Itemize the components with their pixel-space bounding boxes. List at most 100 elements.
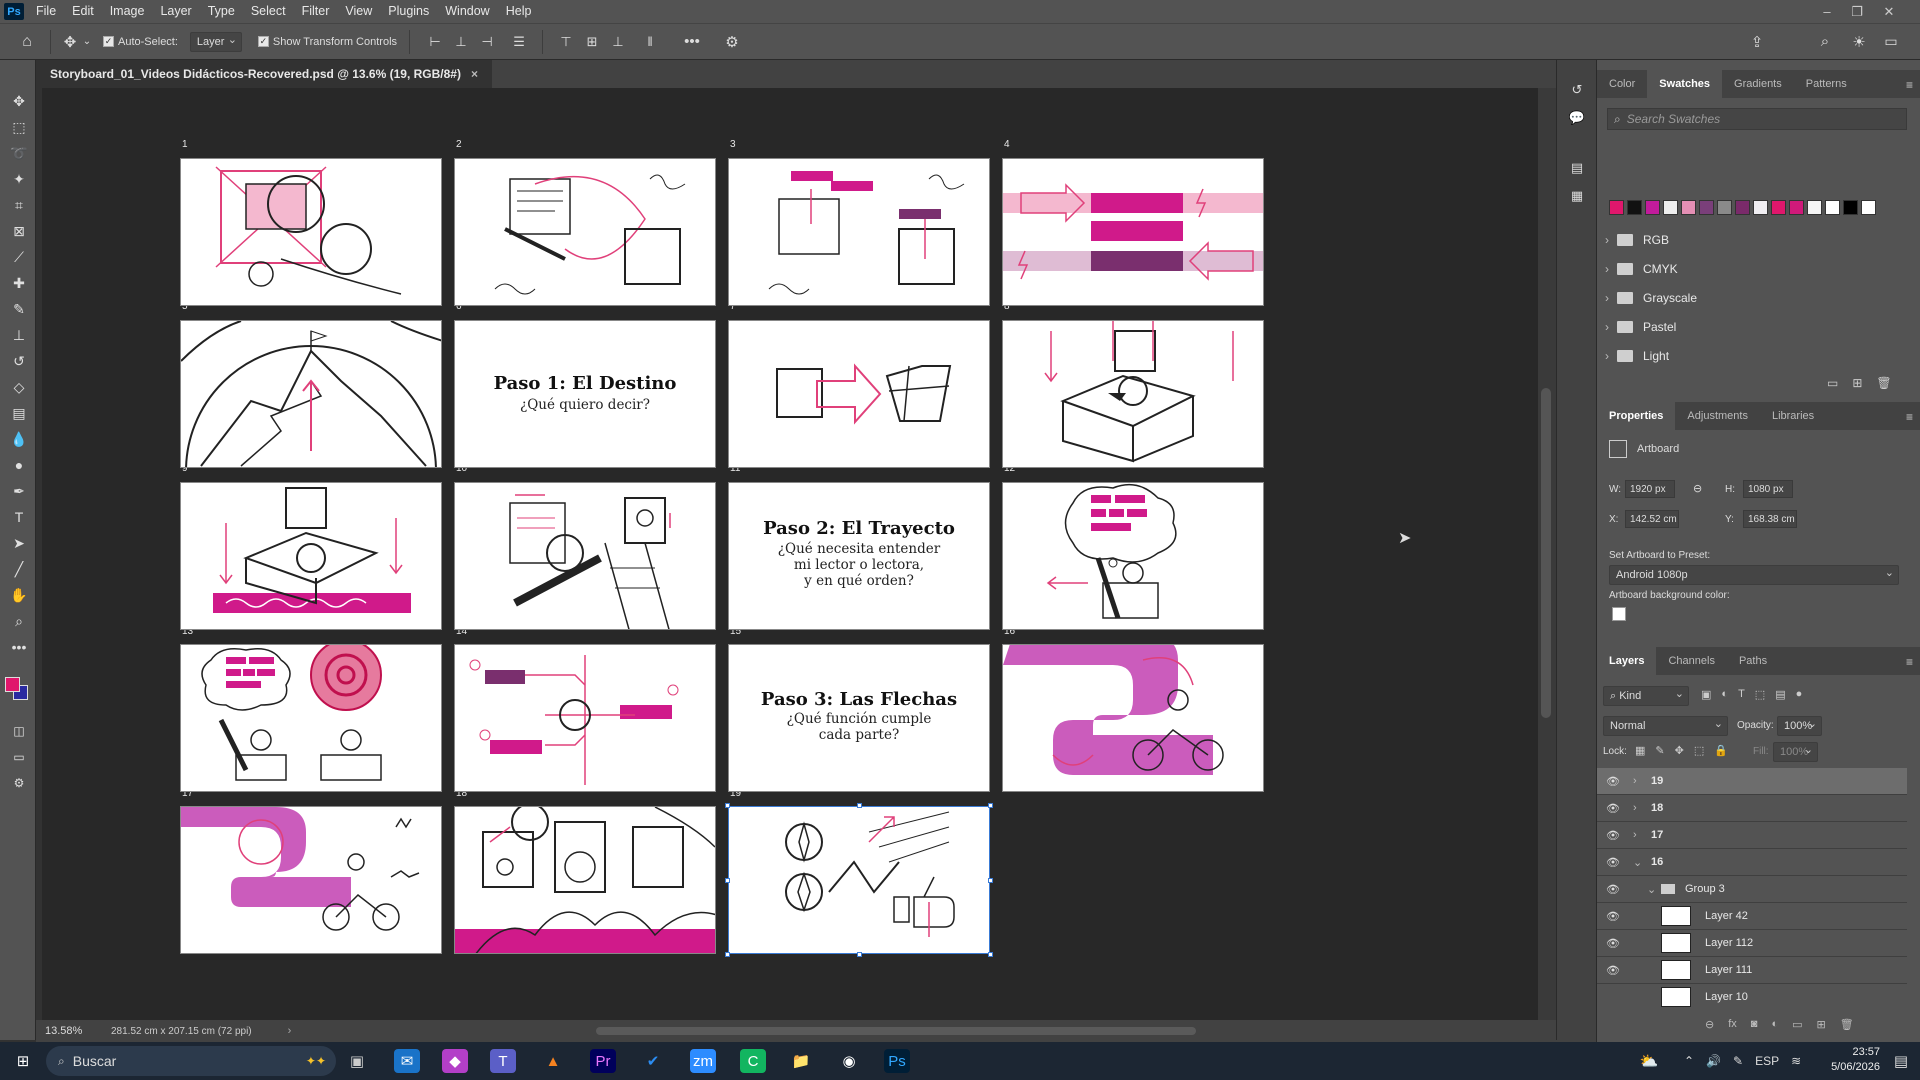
expand-chevron-icon[interactable]: ›: [1633, 829, 1637, 841]
layer-row[interactable]: 👁 ⌄ 16: [1597, 849, 1907, 876]
auto-select-dropdown[interactable]: Layer: [189, 31, 242, 52]
stamp-tool-icon[interactable]: ⊥: [8, 324, 30, 346]
taskbar-search[interactable]: ⌕ Buscar ✦✦: [46, 1046, 336, 1076]
photoshop-taskbar-icon[interactable]: Ps: [884, 1049, 910, 1073]
link-icon[interactable]: ⊖: [1693, 482, 1702, 495]
premiere-icon[interactable]: Pr: [590, 1049, 616, 1073]
visibility-eye-icon[interactable]: 👁: [1605, 856, 1621, 869]
vlc-icon[interactable]: ▲: [540, 1049, 566, 1073]
windows-start-icon[interactable]: ⊞: [10, 1049, 36, 1073]
storyboard-frame-13[interactable]: [180, 644, 442, 792]
pen-icon[interactable]: ✎: [1733, 1054, 1743, 1068]
pen-tool-icon[interactable]: ✒: [8, 480, 30, 502]
close-tab-icon[interactable]: ×: [471, 67, 478, 81]
blur-tool-icon[interactable]: 💧: [8, 428, 30, 450]
crop-tool-icon[interactable]: ⌗: [8, 194, 30, 216]
menu-filter[interactable]: Filter: [294, 0, 338, 23]
tab-paths[interactable]: Paths: [1727, 647, 1779, 675]
swatch-folder-rgb[interactable]: › RGB: [1597, 228, 1897, 252]
transform-handle[interactable]: [988, 952, 993, 957]
align-left-icon[interactable]: ⊢: [422, 34, 448, 50]
layer-row[interactable]: Layer 10: [1597, 984, 1907, 1008]
chevron-up-icon[interactable]: ⌃: [1684, 1054, 1694, 1068]
layer-row[interactable]: 👁 Layer 112: [1597, 930, 1907, 957]
notifications-icon[interactable]: ▤: [1888, 1049, 1914, 1073]
camtasia-icon[interactable]: C: [740, 1049, 766, 1073]
visibility-eye-icon[interactable]: 👁: [1605, 775, 1621, 788]
swatch-folder-grayscale[interactable]: › Grayscale: [1597, 286, 1897, 310]
visibility-eye-icon[interactable]: 👁: [1605, 829, 1621, 842]
storyboard-frame-11[interactable]: Paso 2: El Trayecto ¿Qué necesita entend…: [728, 482, 990, 630]
adjustment-layer-icon[interactable]: ◐: [1771, 1018, 1778, 1031]
distribute-vertical-icon[interactable]: ‖: [637, 34, 663, 49]
storyboard-frame-3[interactable]: [728, 158, 990, 306]
lasso-tool-icon[interactable]: ➰: [8, 142, 30, 164]
tab-channels[interactable]: Channels: [1656, 647, 1726, 675]
layer-row[interactable]: 👁 ⌄ Group 3: [1597, 876, 1907, 903]
layer-row[interactable]: 👁 Layer 111: [1597, 957, 1907, 984]
transform-handle[interactable]: [725, 952, 730, 957]
fill-input[interactable]: 100%: [1773, 742, 1818, 762]
tab-adjustments[interactable]: Adjustments: [1675, 402, 1760, 430]
link-layers-icon[interactable]: ⊖: [1705, 1018, 1714, 1031]
lock-pixels-icon[interactable]: ✎: [1655, 744, 1664, 757]
menu-select[interactable]: Select: [243, 0, 294, 23]
swatch-folder-cmyk[interactable]: › CMYK: [1597, 257, 1897, 281]
lock-transparency-icon[interactable]: ▦: [1635, 744, 1645, 757]
new-swatch-icon[interactable]: ⊞: [1852, 376, 1862, 390]
weather-icon[interactable]: ⛅: [1636, 1049, 1662, 1073]
home-icon[interactable]: ⌂: [12, 33, 42, 51]
swatches-search[interactable]: ⌕ Search Swatches: [1607, 108, 1907, 130]
width-input[interactable]: 1920 px: [1625, 480, 1675, 498]
color-swatch[interactable]: [1807, 200, 1822, 215]
color-swatch[interactable]: [1861, 200, 1876, 215]
move-tool-icon[interactable]: ✥: [8, 90, 30, 112]
height-input[interactable]: 1080 px: [1743, 480, 1793, 498]
history-brush-icon[interactable]: ↺: [8, 350, 30, 372]
libraries-icon[interactable]: ▦: [1568, 188, 1586, 204]
eyedropper-icon[interactable]: ⟋: [8, 246, 30, 268]
expand-chevron-icon[interactable]: ›: [1633, 775, 1637, 787]
smart-object-filter-icon[interactable]: ▤: [1775, 688, 1785, 701]
expand-chevron-icon[interactable]: ⌄: [1647, 883, 1656, 896]
new-group-icon[interactable]: ▭: [1792, 1018, 1802, 1031]
align-right-icon[interactable]: ⊣: [474, 34, 500, 50]
auto-select-checkbox[interactable]: ✓ Auto-Select:: [103, 36, 178, 48]
transform-handle[interactable]: [988, 878, 993, 883]
discover-icon[interactable]: ☀: [1846, 33, 1872, 51]
storyboard-frame-4[interactable]: [1002, 158, 1264, 306]
restore-icon[interactable]: ❐: [1842, 0, 1872, 23]
expand-chevron-icon[interactable]: ⌄: [1633, 856, 1642, 869]
brush-tool-icon[interactable]: ✎: [8, 298, 30, 320]
menu-view[interactable]: View: [337, 0, 380, 23]
panel-menu-icon[interactable]: ≡: [1906, 655, 1913, 669]
storyboard-frame-14[interactable]: [454, 644, 716, 792]
lock-artboard-icon[interactable]: ⬚: [1694, 744, 1704, 757]
chevron-right-icon[interactable]: ›: [288, 1025, 292, 1037]
teams-icon[interactable]: T: [490, 1049, 516, 1073]
scroll-thumb[interactable]: [1541, 388, 1551, 718]
storyboard-frame-10[interactable]: [454, 482, 716, 630]
share-icon[interactable]: ⇪: [1744, 33, 1770, 51]
visibility-eye-icon[interactable]: 👁: [1605, 802, 1621, 815]
menu-layer[interactable]: Layer: [152, 0, 199, 23]
storyboard-frame-19[interactable]: [728, 806, 990, 954]
screen-mode-icon[interactable]: ▭: [8, 746, 30, 768]
color-swatch[interactable]: [1627, 200, 1642, 215]
new-group-icon[interactable]: ▭: [1827, 376, 1838, 390]
vertical-scrollbar[interactable]: [1538, 88, 1556, 1020]
transform-handle[interactable]: [988, 803, 993, 808]
search-icon[interactable]: ⌕: [1812, 33, 1838, 50]
outlook-icon[interactable]: ✉: [394, 1049, 420, 1073]
wifi-icon[interactable]: ≋: [1791, 1054, 1801, 1068]
healing-brush-icon[interactable]: ✚: [8, 272, 30, 294]
tab-properties[interactable]: Properties: [1597, 402, 1676, 430]
photoshop-logo[interactable]: Ps: [4, 3, 24, 20]
tab-layers[interactable]: Layers: [1597, 647, 1657, 675]
properties-icon[interactable]: ▤: [1568, 160, 1586, 176]
align-middle-icon[interactable]: ⊞: [579, 34, 605, 50]
align-top-icon[interactable]: ⊤: [553, 34, 579, 50]
canvas[interactable]: 1 2 3 4 5 6 7 8 9 10 11 12 13 14 15 16 1…: [42, 88, 1538, 1020]
chrome-icon[interactable]: ◉: [836, 1049, 862, 1073]
todo-icon[interactable]: ✔: [640, 1049, 666, 1073]
